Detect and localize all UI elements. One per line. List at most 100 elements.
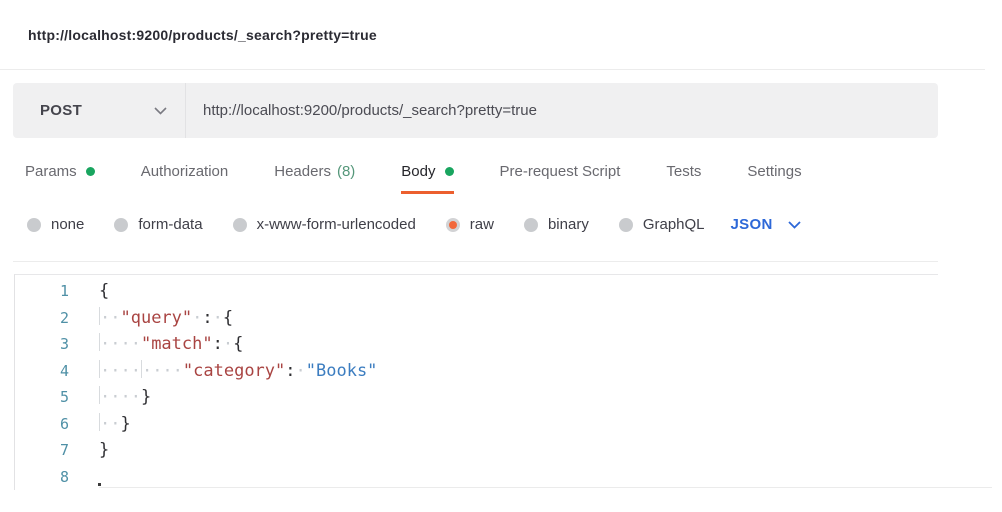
whitespace-dots: · [296, 361, 306, 381]
line-number: 8 [15, 464, 69, 491]
code-line[interactable]: 7} [15, 437, 938, 464]
whitespace-dots: ·· [100, 414, 120, 434]
tab-label: Authorization [141, 163, 229, 180]
body-type-options: none form-data x-www-form-urlencoded raw bin… [27, 216, 801, 233]
line-number: 3 [15, 331, 69, 358]
token-punc: } [120, 414, 130, 434]
radio-label: GraphQL [643, 216, 705, 233]
radio-none[interactable]: none [27, 216, 84, 233]
line-number: 2 [15, 305, 69, 332]
radio-graphql[interactable]: GraphQL [619, 216, 705, 233]
radio-button-icon [114, 218, 128, 232]
token-punc: } [99, 440, 109, 460]
whitespace-dots: ···· [100, 334, 141, 354]
whitespace-dots: · [223, 334, 233, 354]
code-line[interactable]: 1{ [15, 278, 938, 305]
radio-button-icon [446, 218, 460, 232]
radio-label: none [51, 216, 84, 233]
token-punc: : [213, 334, 223, 354]
token-key: "query" [120, 308, 192, 328]
indent-guide [99, 360, 100, 378]
tab-label: Settings [747, 163, 801, 180]
code-line[interactable]: 3 ····"match":·{ [15, 331, 938, 358]
language-select-value: JSON [731, 216, 773, 233]
line-number: 4 [15, 358, 69, 385]
tab-label: Tests [666, 163, 701, 180]
radio-button-icon [524, 218, 538, 232]
line-number: 7 [15, 437, 69, 464]
green-status-dot-icon [445, 167, 454, 176]
whitespace-dots: ·· [100, 308, 120, 328]
indent-guide [99, 413, 100, 431]
code-line-content: ··} [99, 411, 131, 438]
code-line-content: ··"query"·:·{ [99, 305, 233, 332]
line-number: 1 [15, 278, 69, 305]
token-punc: { [233, 334, 243, 354]
request-bar: POST http://localhost:9200/products/_sea… [13, 83, 938, 138]
language-select[interactable]: JSON [731, 216, 801, 233]
tab-label: Body [401, 163, 435, 180]
code-line-content: ····"match":·{ [99, 331, 243, 358]
tab-authorization[interactable]: Authorization [141, 163, 229, 194]
radio-label: form-data [138, 216, 202, 233]
tab-body[interactable]: Body [401, 163, 453, 194]
url-input[interactable]: http://localhost:9200/products/_search?p… [186, 83, 938, 138]
indent-guide [141, 360, 142, 378]
request-tabs: Params Authorization Headers (8) Body Pre-req… [25, 163, 802, 194]
indent-guide [99, 307, 100, 325]
radio-label: x-www-form-urlencoded [257, 216, 416, 233]
green-status-dot-icon [86, 167, 95, 176]
radio-form-data[interactable]: form-data [114, 216, 202, 233]
code-line-content: ····} [99, 384, 151, 411]
token-key: "category" [183, 361, 285, 381]
whitespace-dots: · [213, 308, 223, 328]
indent-guide [99, 386, 100, 404]
tab-params[interactable]: Params [25, 163, 95, 194]
divider [99, 487, 992, 488]
token-punc: : [202, 308, 212, 328]
token-key: "match" [141, 334, 213, 354]
tab-tests[interactable]: Tests [666, 163, 701, 194]
tab-label: Params [25, 163, 77, 180]
page-title: http://localhost:9200/products/_search?p… [28, 27, 377, 43]
token-punc: { [99, 281, 109, 301]
tab-label: Pre-request Script [500, 163, 621, 180]
token-str: "Books" [306, 361, 378, 381]
tab-settings[interactable]: Settings [747, 163, 801, 194]
token-punc: : [285, 361, 295, 381]
whitespace-dots: ···· [100, 361, 141, 381]
code-editor[interactable]: 1{2··"query"·:·{3····"match":·{4········… [14, 274, 938, 490]
code-line-content: { [99, 278, 109, 305]
radio-button-icon [619, 218, 633, 232]
radio-label: raw [470, 216, 494, 233]
whitespace-dots: · [192, 308, 202, 328]
code-line[interactable]: 5····} [15, 384, 938, 411]
method-label: POST [40, 102, 82, 119]
radio-x-www-form-urlencoded[interactable]: x-www-form-urlencoded [233, 216, 416, 233]
chevron-down-icon [788, 221, 801, 229]
whitespace-dots: ···· [100, 387, 141, 407]
radio-raw[interactable]: raw [446, 216, 494, 233]
code-line-content: ········"category":·"Books" [99, 358, 377, 385]
token-punc: { [223, 308, 233, 328]
text-cursor [98, 483, 101, 486]
tab-label: Headers [274, 163, 331, 180]
code-line[interactable]: 2··"query"·:·{ [15, 305, 938, 332]
code-line[interactable]: 6··} [15, 411, 938, 438]
radio-button-icon [27, 218, 41, 232]
tab-count-badge: (8) [337, 163, 355, 180]
token-punc: } [141, 387, 151, 407]
tab-pre-request-script[interactable]: Pre-request Script [500, 163, 621, 194]
method-select[interactable]: POST [13, 83, 185, 138]
divider [13, 261, 938, 262]
radio-label: binary [548, 216, 589, 233]
indent-guide [99, 333, 100, 351]
radio-button-icon [233, 218, 247, 232]
tab-headers[interactable]: Headers (8) [274, 163, 355, 194]
chevron-down-icon [154, 107, 167, 115]
code-line-content: } [99, 437, 109, 464]
divider [0, 69, 985, 70]
code-line[interactable]: 4········"category":·"Books" [15, 358, 938, 385]
whitespace-dots: ···· [142, 361, 183, 381]
radio-binary[interactable]: binary [524, 216, 589, 233]
